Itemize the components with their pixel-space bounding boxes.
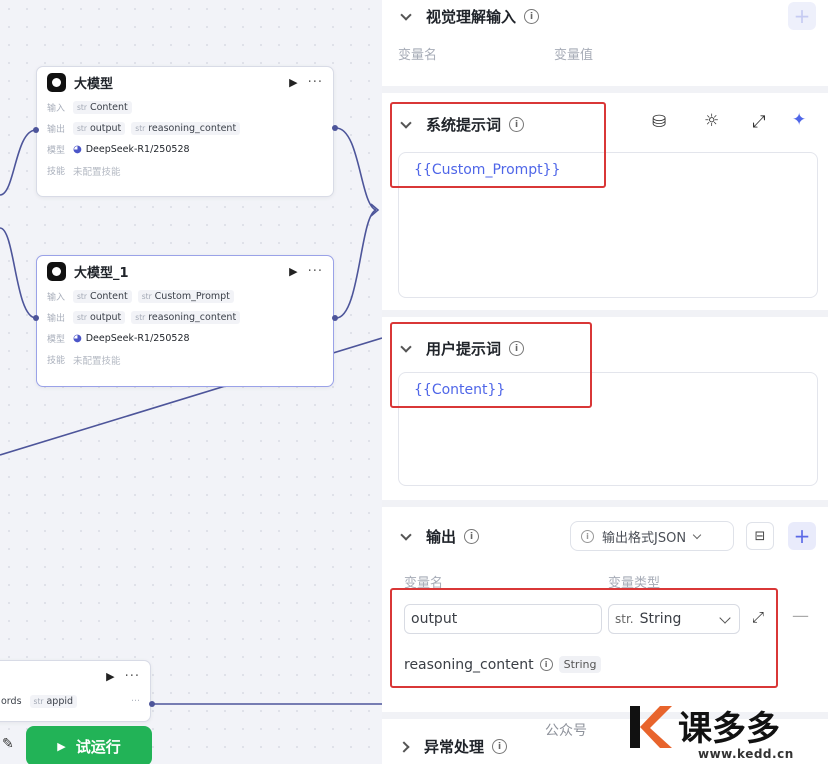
- brand-text: 课多多: [678, 709, 780, 749]
- workflow-canvas[interactable]: 大模型 ▶ ··· 输入 str Content 输出 str output str…: [0, 0, 382, 764]
- output-tag: str reasoning_content: [131, 122, 241, 135]
- node-model-row: 模型 ◕ DeepSeek-R1/250528: [47, 333, 190, 345]
- more-icon[interactable]: ···: [308, 75, 323, 90]
- info-icon[interactable]: i: [524, 9, 540, 24]
- ai-sparkle-icon[interactable]: ✦: [792, 110, 806, 130]
- info-icon: i: [581, 529, 594, 543]
- section-divider: [382, 310, 828, 317]
- expand-icon[interactable]: ⤢: [752, 112, 766, 132]
- node-input-row: 输入 str Content str Custom_Prompt: [37, 286, 333, 307]
- prompt-library-icon[interactable]: ⛁: [652, 112, 666, 132]
- node-input-row: 输入 str Content: [37, 97, 333, 118]
- lightbulb-icon[interactable]: ☼: [704, 111, 719, 131]
- chevron-down-icon[interactable]: [400, 8, 412, 21]
- watermark-domain: www.kedd.cn: [698, 747, 794, 761]
- more-icon[interactable]: ···: [125, 669, 140, 684]
- output-tag: str output: [73, 122, 126, 135]
- edge-left-to-node1: [0, 129, 37, 196]
- highlight-box: [390, 588, 778, 688]
- exception-header[interactable]: 异常处理 i: [398, 736, 508, 757]
- section-divider: [382, 86, 828, 93]
- col-variable-name: 变量名: [398, 48, 438, 63]
- add-vision-input-button[interactable]: +: [788, 2, 816, 30]
- model-name: DeepSeek-R1/250528: [85, 144, 190, 155]
- llm-node-1[interactable]: 大模型_1 ▶ ··· 输入 str Content str Custom_Prom…: [36, 255, 334, 387]
- node3-output-port[interactable]: [149, 701, 155, 707]
- output-header[interactable]: 输出 i: [398, 526, 480, 547]
- col-variable-value: 变量值: [554, 48, 594, 63]
- watermark-text: 公众号: [545, 723, 587, 739]
- node-output-row: 输出 str output str reasoning_content: [37, 118, 333, 139]
- info-icon[interactable]: i: [464, 529, 480, 544]
- remove-output-icon[interactable]: —: [792, 606, 809, 626]
- output-tag: str output: [73, 311, 126, 324]
- highlight-box: [390, 322, 592, 408]
- section-divider: [382, 500, 828, 507]
- run-node-icon[interactable]: ▶: [289, 265, 297, 278]
- node-title: 大模型_1: [74, 265, 129, 281]
- input-tag: str Content: [73, 290, 132, 303]
- partial-node[interactable]: ▶ ··· ords str appid ···: [0, 660, 151, 722]
- input-tag: str appid: [29, 695, 78, 708]
- node-title: 大模型: [74, 76, 114, 92]
- node-skill-row: 技能 未配置技能: [37, 349, 333, 370]
- model-logo-icon: [47, 72, 66, 92]
- node-skill-row: 技能 未配置技能: [37, 160, 333, 181]
- node-model-row: 模型 ◕ DeepSeek-R1/250528: [47, 144, 190, 156]
- highlight-box: [390, 102, 606, 188]
- chevron-down-icon: [692, 530, 702, 539]
- edge-node2-to-merge: [335, 209, 377, 319]
- model-name: DeepSeek-R1/250528: [85, 333, 190, 344]
- input-tag: str Custom_Prompt: [137, 290, 234, 303]
- output-format-select[interactable]: i 输出格式JSON: [570, 521, 734, 551]
- node2-output-port[interactable]: [332, 315, 338, 321]
- input-tag: str Content: [73, 101, 132, 114]
- more-icon: ···: [130, 696, 140, 707]
- add-output-button[interactable]: +: [788, 522, 816, 550]
- run-node-icon[interactable]: ▶: [106, 670, 114, 683]
- chevron-right-icon[interactable]: [398, 740, 410, 753]
- wrench-icon[interactable]: ✎: [2, 736, 14, 752]
- edge-node1-to-merge: [335, 127, 377, 211]
- test-run-button[interactable]: ▶ 试运行: [26, 726, 152, 764]
- vision-input-header[interactable]: 视觉理解输入 i: [398, 6, 540, 27]
- deepseek-icon: ◕: [73, 144, 82, 155]
- node2-input-port[interactable]: [33, 315, 39, 321]
- output-tag: str reasoning_content: [131, 311, 241, 324]
- info-icon[interactable]: i: [492, 739, 508, 754]
- skill-value: 未配置技能: [73, 355, 121, 367]
- chevron-down-icon[interactable]: [400, 528, 412, 541]
- skill-value: 未配置技能: [73, 166, 121, 178]
- deepseek-icon: ◕: [73, 333, 82, 344]
- node-config-panel: 视觉理解输入 i + 变量名 变量值 系统提示词 i ⛁ ☼ ⤢ ✦ {{Cus…: [382, 0, 828, 764]
- node-output-row: 输出 str output str reasoning_content: [37, 307, 333, 328]
- node1-input-port[interactable]: [33, 127, 39, 133]
- node-io-row: ords str appid ···: [1, 695, 140, 708]
- collapse-output-button[interactable]: ⊟: [746, 522, 774, 550]
- llm-node[interactable]: 大模型 ▶ ··· 输入 str Content 输出 str output str…: [36, 66, 334, 197]
- play-icon: ▶: [57, 739, 66, 753]
- more-icon[interactable]: ···: [308, 264, 323, 279]
- edge-left-to-node2: [0, 227, 37, 319]
- model-logo-icon: [47, 261, 66, 281]
- run-node-icon[interactable]: ▶: [289, 76, 297, 89]
- node1-output-port[interactable]: [332, 125, 338, 131]
